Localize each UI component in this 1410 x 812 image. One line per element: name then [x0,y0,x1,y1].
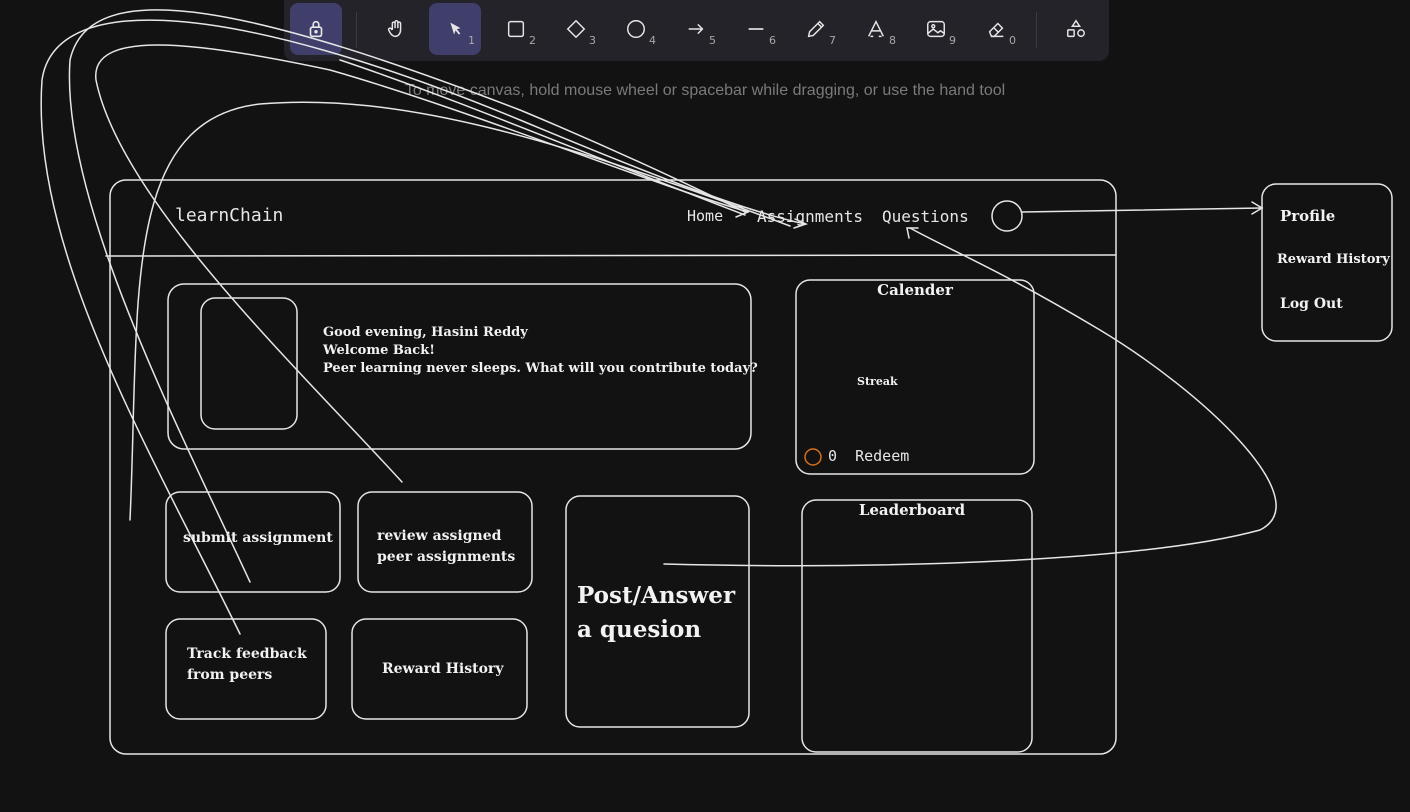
menu-item-logout[interactable]: Log Out [1280,296,1343,312]
connector-avatar-to-menu[interactable] [1021,207,1263,213]
leaderboard-card[interactable] [801,499,1033,753]
sketch-canvas[interactable] [0,0,1410,812]
coin-icon[interactable] [804,448,822,466]
post-answer-card[interactable] [565,495,750,728]
submit-assignment-label: submit assignment [183,530,333,546]
connector-top-to-assignments[interactable] [339,59,746,216]
track-label-line2: from peers [187,667,273,683]
avatar[interactable] [991,200,1023,232]
review-label-line1: review assigned [377,528,502,544]
reward-history-label: Reward History [382,661,504,677]
leaderboard-title: Leaderboard [858,501,966,519]
nav-questions-link[interactable]: Questions [882,207,969,226]
post-answer-line2: a quesion [577,616,702,643]
menu-item-profile[interactable]: Profile [1280,207,1335,225]
streak-label: Streak [857,375,898,388]
connector-review-to-home[interactable] [95,44,749,483]
calendar-title: Calender [877,281,953,299]
post-answer-line1: Post/Answer [577,582,736,609]
menu-item-reward-history[interactable]: Reward History [1277,252,1390,267]
review-label-line2: peer assignments [377,549,516,565]
welcome-line: Welcome Back! [323,343,435,358]
nav-home-link[interactable]: Home [687,207,723,225]
track-label-line1: Track feedback [187,646,307,662]
greeting-line: Good evening, Hasini Reddy [323,325,528,340]
redeem-label[interactable]: 0 Redeem [828,447,909,465]
logo-text: learnChain [175,205,284,226]
connector-bg-to-assignments[interactable] [129,101,791,521]
calendar-card[interactable] [795,279,1035,475]
motto-line: Peer learning never sleeps. What will yo… [323,361,758,376]
nav-assignments-link[interactable]: Assignments [757,207,863,226]
